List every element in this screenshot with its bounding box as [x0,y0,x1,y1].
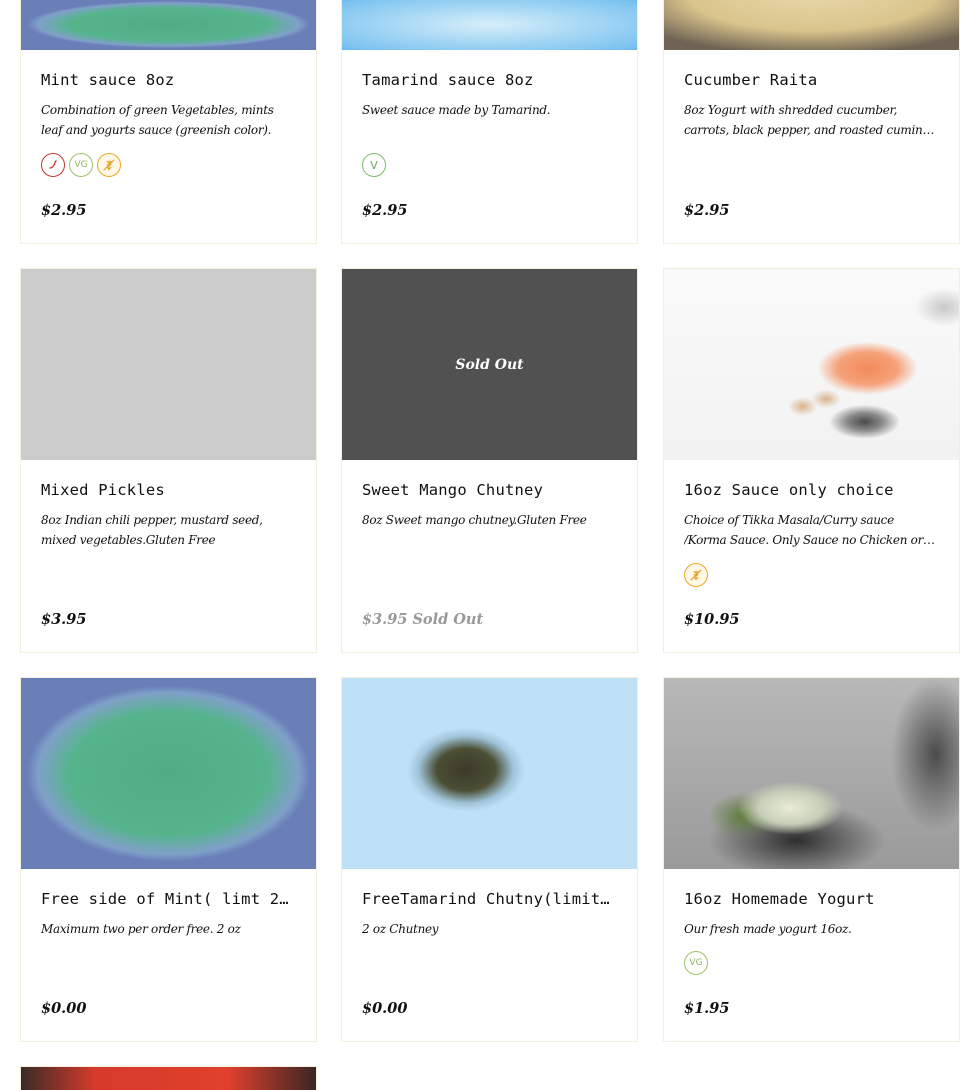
menu-item-title: Mixed Pickles [41,481,165,499]
menu-item-price: $1.95 [684,1000,730,1017]
menu-item-image [21,0,316,50]
menu-item-card[interactable]: Tamarind sauce 8oz Sweet sauce made by T… [341,0,638,244]
menu-item-price: $10.95 [684,611,740,628]
vegan-icon: VG [684,951,708,975]
menu-item-description: 8oz Sweet mango chutney.Gluten Free [362,513,587,527]
menu-item-title: Free side of Mint( limt 2 per order) [41,890,296,908]
menu-item-card[interactable]: Sold Out Sweet Mango Chutney 8oz Sweet m… [341,268,638,653]
menu-item-image [21,678,316,869]
spicy-icon [41,153,65,177]
menu-item-description: 8oz Indian chili pepper, mustard seed, m… [41,513,263,547]
menu-item-card[interactable]: FreeTamarind Chutny(limit2 per order) 2 … [341,677,638,1042]
menu-item-card[interactable] [20,1066,317,1090]
menu-item-description: Our fresh made yogurt 16oz. [684,922,852,936]
menu-item-price: $3.95 [41,611,87,628]
menu-item-title: Cucumber Raita [684,71,818,89]
vegan-icon: VG [69,153,93,177]
dietary-badges [684,563,708,587]
menu-item-card[interactable]: Mint sauce 8oz Combination of green Vege… [20,0,317,244]
menu-item-image [664,269,959,460]
gluten-free-icon [97,153,121,177]
dietary-badges: VG [41,153,121,177]
menu-item-description: Maximum two per order free. 2 oz [41,922,241,936]
sold-out-overlay: Sold Out [342,269,637,460]
menu-item-title: Sweet Mango Chutney [362,481,544,499]
menu-item-price: $2.95 [41,202,87,219]
menu-item-description: Combination of green Vegetables, mints l… [41,103,274,137]
dietary-badges: VG [684,951,708,975]
menu-item-image [21,269,316,460]
menu-item-image [342,678,637,869]
menu-item-price: $2.95 [362,202,408,219]
menu-item-price: $2.95 [684,202,730,219]
menu-item-price: $3.95 Sold Out [362,611,484,628]
menu-item-image [342,0,637,50]
menu-item-card[interactable]: 16oz Sauce only choice Choice of Tikka M… [663,268,960,653]
menu-item-card[interactable]: Free side of Mint( limt 2 per order) Max… [20,677,317,1042]
menu-item-card[interactable]: 16oz Homemade Yogurt Our fresh made yogu… [663,677,960,1042]
menu-item-price: $0.00 [362,1000,408,1017]
menu-item-description: Sweet sauce made by Tamarind. [362,103,551,117]
menu-item-title: Tamarind sauce 8oz [362,71,534,89]
vegetarian-icon: V [362,153,386,177]
menu-item-title: FreeTamarind Chutny(limit2 per order) [362,890,617,908]
menu-item-image: Sold Out [342,269,637,460]
menu-item-title: Mint sauce 8oz [41,71,175,89]
menu-item-title: 16oz Homemade Yogurt [684,890,875,908]
menu-item-card[interactable]: Mixed Pickles 8oz Indian chili pepper, m… [20,268,317,653]
menu-item-description: Choice of Tikka Masala/Curry sauce /Korm… [684,513,924,547]
menu-item-image [21,1067,316,1090]
gluten-free-icon [684,563,708,587]
dietary-badges: V [362,153,386,177]
menu-item-image [664,678,959,869]
menu-item-title: 16oz Sauce only choice [684,481,894,499]
menu-item-description: 2 oz Chutney [362,922,439,936]
menu-item-image [664,0,959,50]
menu-item-card[interactable]: Cucumber Raita 8oz Yogurt with shredded … [663,0,960,244]
menu-item-price: $0.00 [41,1000,87,1017]
menu-item-description: 8oz Yogurt with shredded cucumber, carro… [684,103,923,137]
